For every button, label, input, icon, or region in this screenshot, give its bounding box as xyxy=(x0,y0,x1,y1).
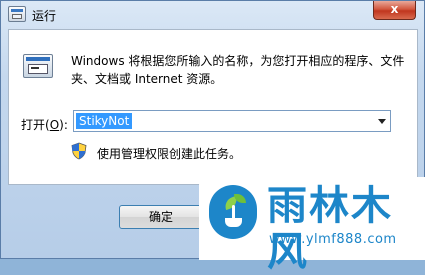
run-dialog-window: 运行 x Windows 将根据您所输入的名称，为您打开相应的程序、文件夹、文档… xyxy=(0,0,425,275)
brand-logo-icon xyxy=(209,185,257,239)
open-command-combobox[interactable]: StikyNot xyxy=(73,110,391,132)
ok-button[interactable]: 确定 xyxy=(119,205,203,229)
title-bar[interactable]: 运行 x xyxy=(1,1,424,29)
run-app-icon xyxy=(8,6,26,22)
open-field-label: 打开(O): xyxy=(21,118,68,132)
chevron-down-icon[interactable] xyxy=(378,119,386,124)
uac-shield-icon xyxy=(71,142,87,160)
watermark-brand: 雨林木风 xyxy=(267,183,393,275)
dialog-description: Windows 将根据您所输入的名称，为您打开相应的程序、文件夹、文档或 Int… xyxy=(71,54,405,86)
close-button[interactable]: x xyxy=(373,1,416,20)
command-input-value[interactable]: StikyNot xyxy=(76,113,133,129)
dialog-client-area: Windows 将根据您所输入的名称，为您打开相应的程序、文件夹、文档或 Int… xyxy=(8,29,418,185)
watermark: 雨林木风 www.ylmf888.com xyxy=(199,177,425,275)
watermark-url: www.ylmf888.com xyxy=(269,232,397,247)
run-program-icon xyxy=(23,54,53,78)
admin-privilege-note: 使用管理权限创建此任务。 xyxy=(97,147,242,161)
window-title: 运行 xyxy=(32,9,57,23)
